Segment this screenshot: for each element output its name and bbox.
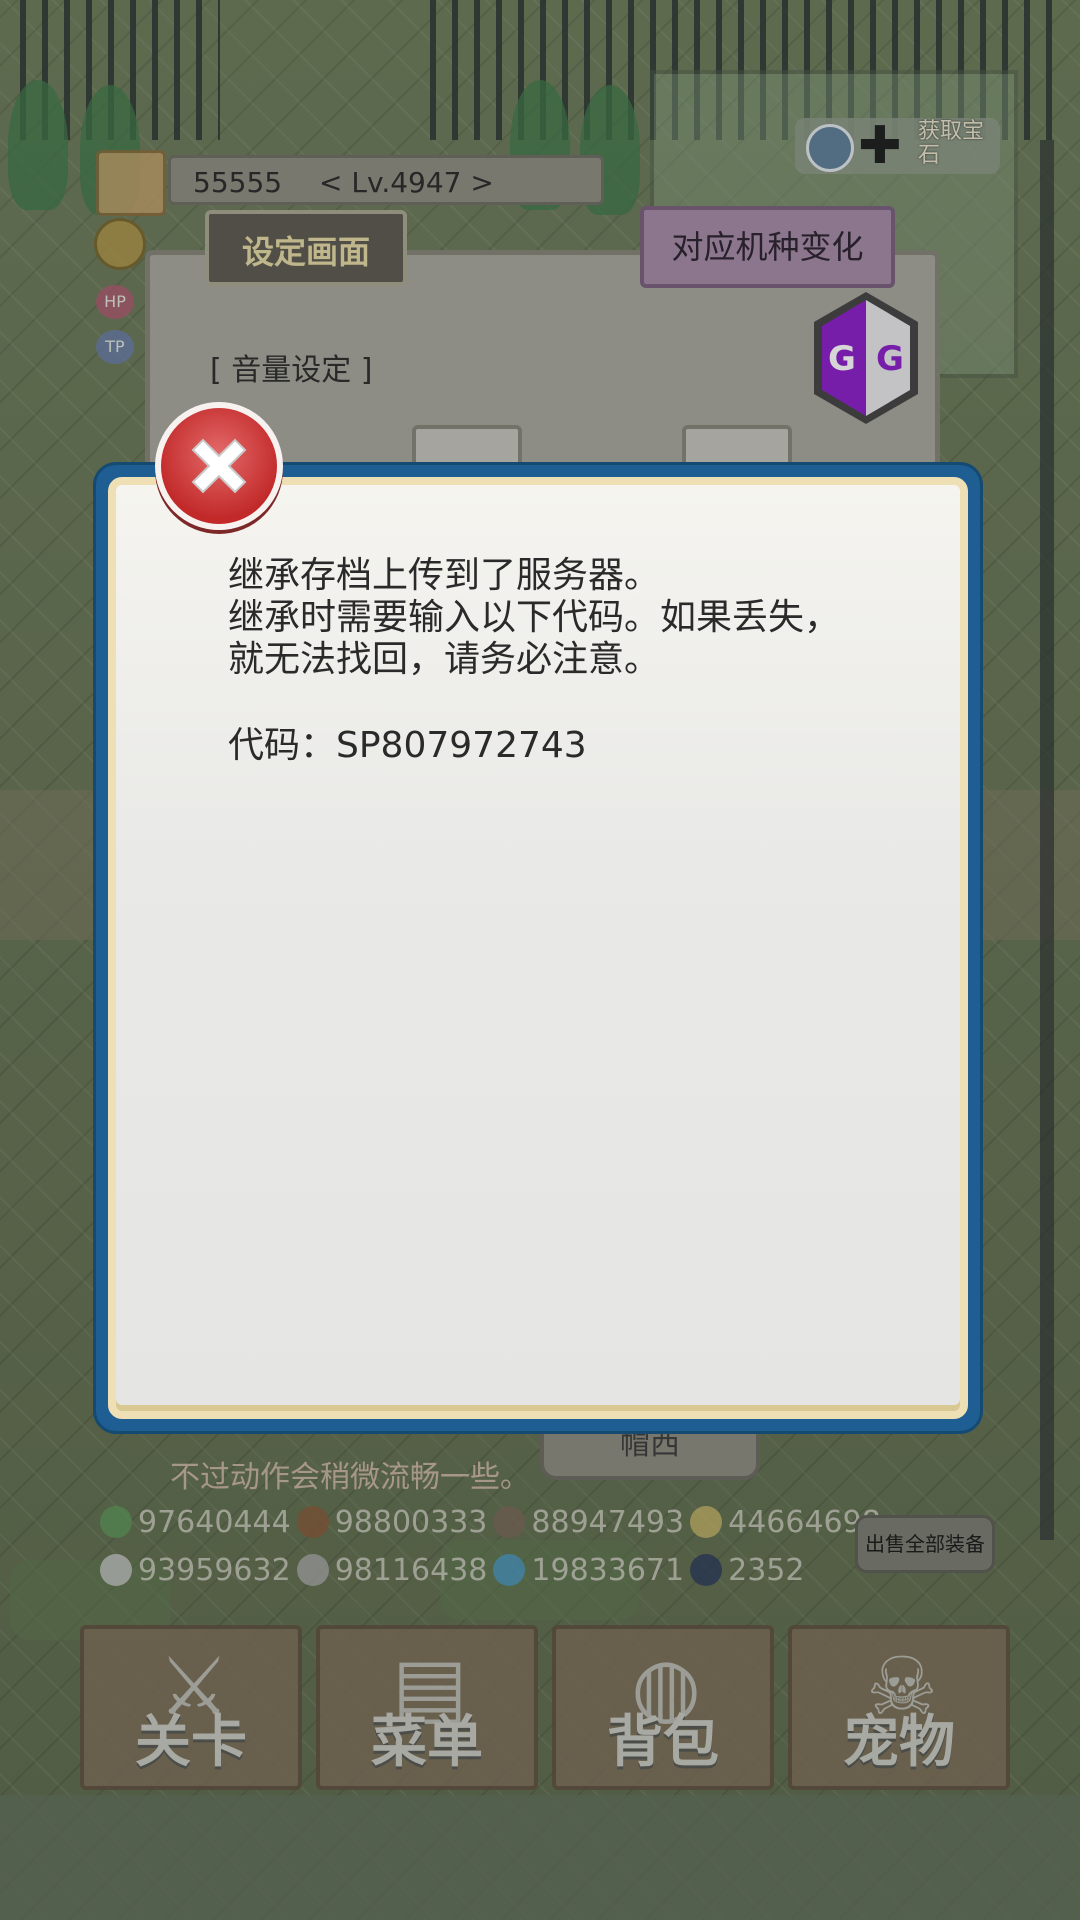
close-icon — [191, 438, 247, 494]
dialog-message: 继承存档上传到了服务器。 继承时需要输入以下代码。如果丢失， 就无法找回，请务必… — [228, 555, 841, 680]
inherit-code: 代码：SP807972743 — [228, 725, 587, 766]
close-button[interactable] — [155, 402, 283, 530]
inherit-code-dialog: 继承存档上传到了服务器。 继承时需要输入以下代码。如果丢失， 就无法找回，请务必… — [96, 465, 980, 1431]
dialog-panel: 继承存档上传到了服务器。 继承时需要输入以下代码。如果丢失， 就无法找回，请务必… — [108, 477, 968, 1419]
